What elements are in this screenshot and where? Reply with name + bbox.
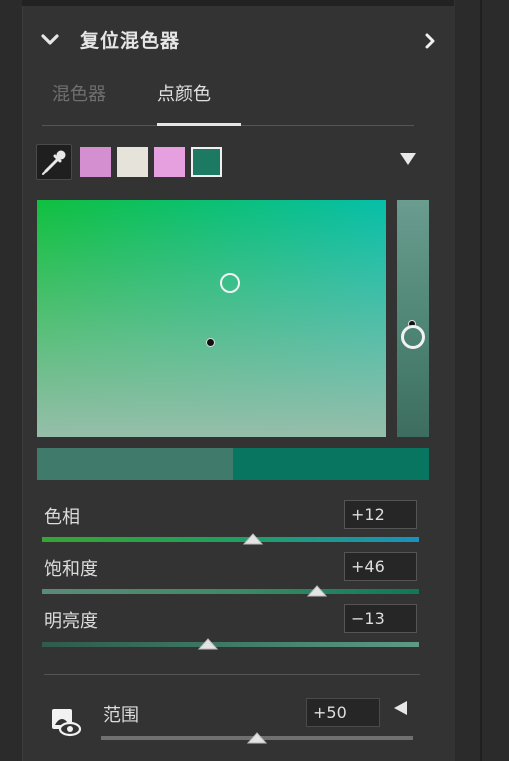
luminance-label: 明亮度: [44, 611, 98, 632]
luminance-handle[interactable]: [401, 325, 425, 349]
section-divider: [44, 674, 420, 675]
original-color-preview: [37, 448, 233, 480]
color-swatch-selected[interactable]: [191, 147, 222, 177]
active-tab-indicator: [157, 123, 241, 126]
range-slider-thumb[interactable]: [247, 732, 267, 744]
tab-mixer[interactable]: 混色器: [52, 80, 106, 106]
collapse-chevron-icon[interactable]: [38, 28, 62, 52]
hue-value-field[interactable]: +12: [344, 500, 417, 529]
luminance-slider-thumb[interactable]: [197, 638, 218, 650]
reset-mixer-title[interactable]: 复位混色器: [80, 26, 180, 53]
saturation-label: 饱和度: [44, 559, 98, 580]
luminance-slider-track[interactable]: [42, 642, 419, 647]
visualize-range-eye-icon[interactable]: [50, 706, 82, 738]
panel-expand-arrow-icon[interactable]: [424, 33, 436, 49]
tab-point-color[interactable]: 点颜色: [157, 80, 211, 106]
panel-separator: [480, 0, 482, 761]
sampled-color-marker: [206, 338, 215, 347]
color-swatch-2[interactable]: [117, 147, 148, 177]
swatch-menu-triangle-icon[interactable]: [399, 152, 417, 166]
saturation-value-field[interactable]: +46: [344, 552, 417, 581]
adjusted-color-preview: [233, 448, 429, 480]
target-color-handle[interactable]: [220, 273, 240, 293]
range-options-triangle-icon[interactable]: [392, 700, 408, 716]
hue-label: 色相: [44, 507, 80, 528]
saturation-slider-track[interactable]: [42, 589, 419, 594]
hue-slider-thumb[interactable]: [243, 533, 264, 545]
hue-slider-track[interactable]: [42, 537, 419, 542]
color-swatch-3[interactable]: [154, 147, 185, 177]
saturation-slider-thumb[interactable]: [307, 585, 328, 597]
eyedropper-button[interactable]: [36, 144, 72, 180]
color-swatch-1[interactable]: [80, 147, 111, 177]
panel-top-edge: [22, 0, 454, 6]
range-value-field[interactable]: +50: [306, 698, 380, 727]
range-label: 范围: [103, 705, 139, 726]
eyedropper-icon: [42, 150, 66, 175]
color-field[interactable]: [37, 200, 386, 437]
luminance-strip[interactable]: [397, 200, 429, 437]
luminance-value-field[interactable]: −13: [344, 604, 417, 633]
